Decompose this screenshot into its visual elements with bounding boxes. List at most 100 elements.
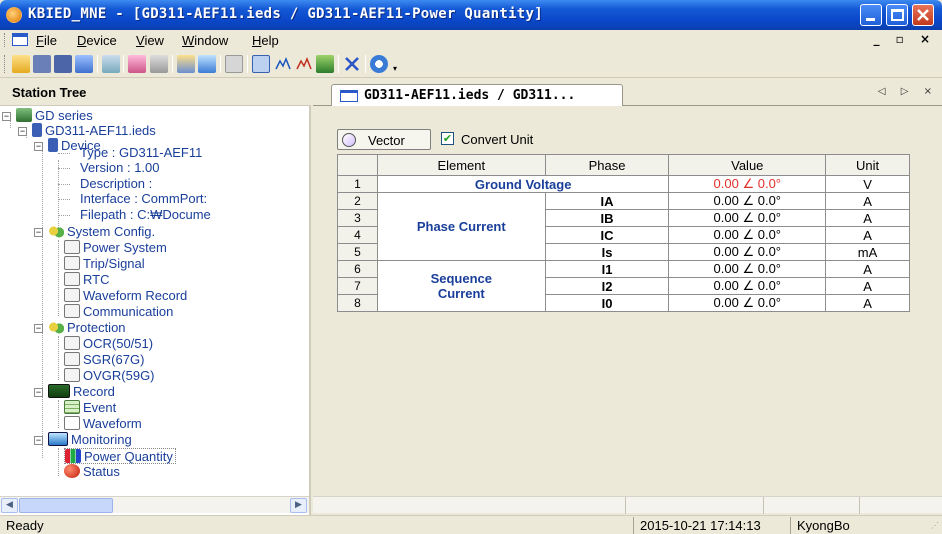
monitor-icon: [48, 432, 68, 446]
tree-item-sgr[interactable]: SGR(67G): [64, 352, 144, 368]
scroll-right-icon[interactable]: ▶: [290, 498, 307, 513]
collapse-icon[interactable]: −: [34, 324, 43, 333]
document-window-icon[interactable]: [12, 33, 28, 46]
minimize-button[interactable]: [860, 4, 882, 26]
help-icon[interactable]: [370, 55, 388, 73]
tree-item-ovgr[interactable]: OVGR(59G): [64, 368, 155, 384]
tab-power-quantity[interactable]: GD311-AEF11.ieds / GD311...: [331, 84, 623, 106]
tree-item-waveform-record[interactable]: Waveform Record: [64, 288, 187, 304]
settings-icon[interactable]: [150, 55, 168, 73]
collapse-icon[interactable]: −: [18, 127, 27, 136]
tab-nav-controls[interactable]: ◁ ▷ ×: [878, 86, 938, 97]
window-icon[interactable]: [252, 55, 270, 73]
maximize-button[interactable]: [886, 4, 908, 26]
collapse-icon[interactable]: −: [34, 436, 43, 445]
tree-item-description[interactable]: Description :: [80, 176, 152, 192]
scroll-left-icon[interactable]: ◀: [1, 498, 18, 513]
tree-node-protection[interactable]: − Protection: [34, 320, 126, 336]
tree-item-communication[interactable]: Communication: [64, 304, 173, 320]
connect-icon[interactable]: [177, 55, 195, 73]
mdi-window-controls[interactable]: _ ▫ ×: [873, 32, 936, 46]
column-header-value[interactable]: Value: [668, 154, 827, 176]
device-icon: [48, 138, 58, 152]
scrollbar-thumb[interactable]: [19, 498, 113, 513]
tree-item-event[interactable]: Event: [64, 400, 116, 416]
tree-item-power-system[interactable]: Power System: [64, 240, 167, 256]
record-icon: [48, 384, 70, 398]
station-icon: [16, 108, 32, 122]
tree-node-record[interactable]: − Record: [34, 384, 115, 400]
tree-item-ocr[interactable]: OCR(50/51): [64, 336, 153, 352]
tree-item-version[interactable]: Version : 1.00: [80, 160, 160, 176]
menu-bar: File Device View Window Help _ ▫ ×: [0, 30, 942, 50]
tree-horizontal-scrollbar[interactable]: ◀ ▶: [0, 496, 309, 513]
phase-cell[interactable]: IC: [544, 226, 670, 244]
tree-item-label: Trip/Signal: [83, 256, 145, 271]
menu-window[interactable]: Window: [182, 33, 228, 48]
config-icon[interactable]: [128, 55, 146, 73]
station-tree-title: Station Tree: [12, 85, 87, 100]
close-icon: [917, 9, 929, 21]
collapse-icon[interactable]: −: [2, 112, 11, 121]
table-row[interactable]: 1 Ground Voltage 0.00 ∠ 0.0° V: [337, 175, 910, 193]
list-icon[interactable]: [102, 55, 120, 73]
tree-item-rtc[interactable]: RTC: [64, 272, 109, 288]
table-row[interactable]: 6 Sequence Current I1 0.00 ∠ 0.0° A: [337, 260, 910, 312]
wrench-icon: [64, 240, 80, 254]
collapse-icon[interactable]: −: [34, 228, 43, 237]
station-tree-header: Station Tree: [0, 78, 311, 106]
menu-device[interactable]: Device: [77, 33, 117, 48]
convert-unit-checkbox[interactable]: ✔: [441, 132, 454, 145]
phase-cell[interactable]: IA: [544, 192, 670, 210]
sequence-current-label-line1: Sequence: [430, 271, 492, 286]
tree-node-monitoring[interactable]: − Monitoring: [34, 432, 132, 448]
menu-file[interactable]: File: [36, 33, 57, 48]
waveform-icon: [64, 416, 80, 430]
collapse-icon[interactable]: −: [34, 142, 43, 151]
open-folder-icon[interactable]: [12, 55, 30, 73]
export-icon[interactable]: [316, 55, 334, 73]
tree-node-ieds-file[interactable]: − GD311-AEF11.ieds: [18, 123, 156, 139]
toolbar-overflow-icon[interactable]: ▾: [393, 64, 397, 73]
close-button[interactable]: [912, 4, 934, 26]
collapse-icon[interactable]: −: [34, 388, 43, 397]
waveform-record-icon[interactable]: [295, 55, 313, 73]
tree-item-interface[interactable]: Interface : CommPort:: [80, 191, 207, 207]
resize-grip-icon[interactable]: ⋰: [931, 521, 939, 530]
tree-node-system-config[interactable]: − System Config.: [34, 224, 155, 240]
tree-item-power-quantity[interactable]: Power Quantity: [64, 448, 176, 464]
wrench-icon: [64, 272, 80, 286]
phase-cell[interactable]: IB: [544, 209, 670, 227]
table-row[interactable]: 2 Phase Current IA 0.00 ∠ 0.0° A: [337, 192, 910, 261]
tree-item-status[interactable]: Status: [64, 464, 120, 480]
waveform-icon[interactable]: [274, 55, 292, 73]
element-sequence-current[interactable]: Sequence Current: [376, 260, 546, 312]
toolbar-separator: [338, 55, 339, 73]
tree-item-type[interactable]: Type : GD311-AEF11: [80, 145, 202, 161]
menu-view[interactable]: View: [136, 33, 164, 48]
element-ground-voltage[interactable]: Ground Voltage: [376, 175, 670, 193]
phase-cell[interactable]: Is: [544, 243, 670, 261]
phase-cell[interactable]: I2: [544, 277, 670, 295]
tree-item-waveform[interactable]: Waveform: [64, 416, 142, 432]
save-all-icon[interactable]: [54, 55, 72, 73]
element-phase-current[interactable]: Phase Current: [376, 192, 546, 261]
tree-item-trip-signal[interactable]: Trip/Signal: [64, 256, 145, 272]
vector-icon: [342, 133, 356, 147]
menu-help[interactable]: Help: [252, 33, 279, 48]
column-header-phase[interactable]: Phase: [544, 154, 670, 176]
tree-line: [58, 448, 59, 476]
delete-icon[interactable]: [343, 55, 361, 73]
monitor-icon[interactable]: [198, 55, 216, 73]
column-header-unit[interactable]: Unit: [825, 154, 910, 176]
value-cell: 0.00 ∠ 0.0°: [668, 260, 827, 278]
grid-icon[interactable]: [225, 55, 243, 73]
save-icon[interactable]: [33, 55, 51, 73]
phase-cell[interactable]: I1: [544, 260, 670, 278]
tree-item-filepath[interactable]: Filepath : C:₩Docume: [80, 207, 211, 223]
device-icon[interactable]: [75, 55, 93, 73]
column-header-element[interactable]: Element: [376, 154, 546, 176]
vector-button[interactable]: Vector: [337, 129, 431, 150]
phase-cell[interactable]: I0: [544, 294, 670, 312]
tree-node-root[interactable]: − GD series: [2, 108, 93, 124]
